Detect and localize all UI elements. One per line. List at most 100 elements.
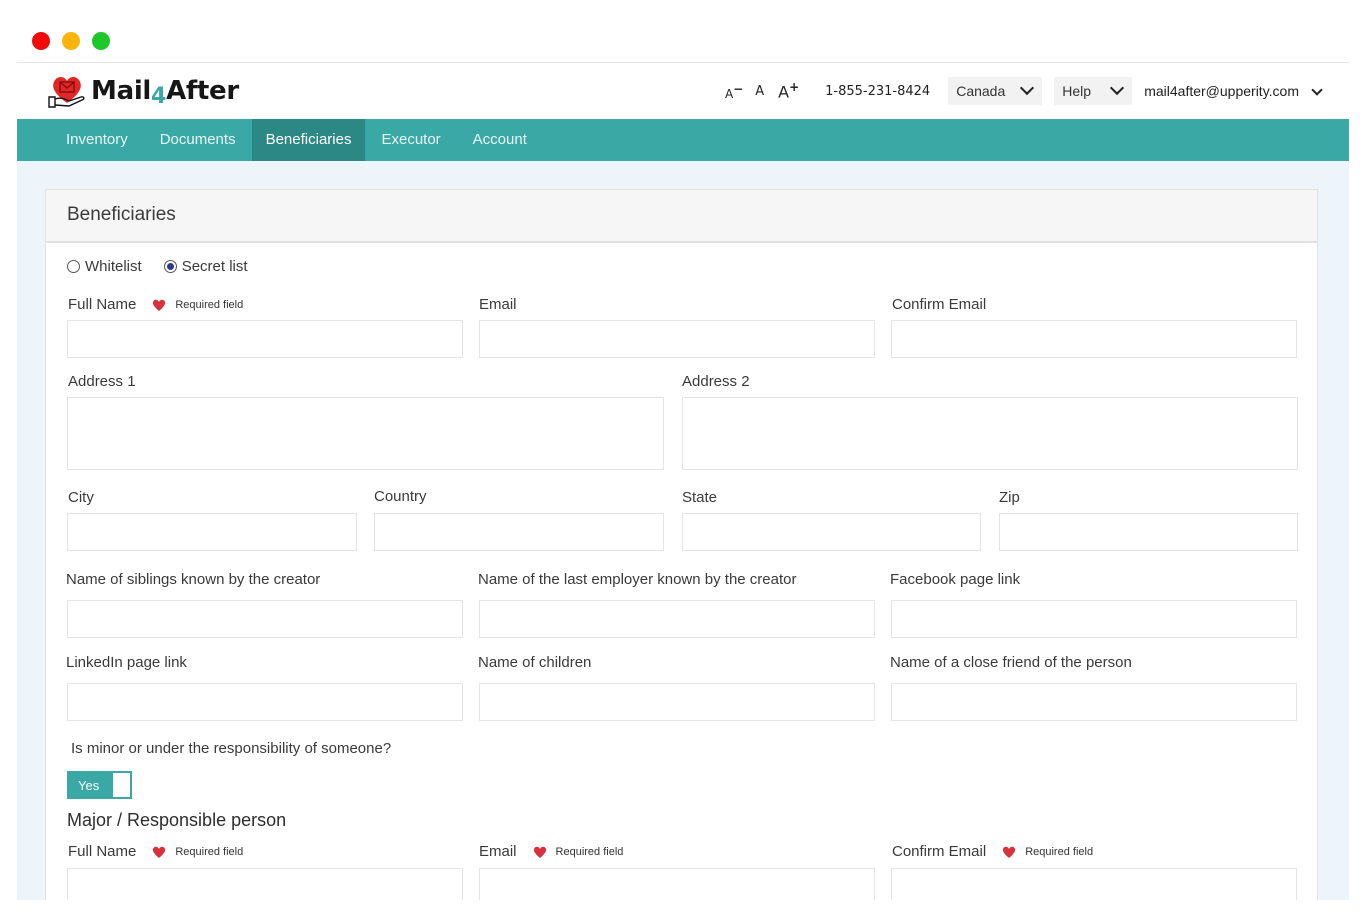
nav-item-documents[interactable]: Documents — [144, 119, 252, 161]
confirm-email-label: Confirm Email — [892, 296, 987, 313]
minor-question: Is minor or under the responsibility of … — [71, 740, 392, 757]
linkedin-input[interactable] — [68, 684, 462, 720]
plus-icon: + — [789, 80, 800, 95]
full-name-label-text: Full Name — [68, 296, 137, 313]
children-input-wrap — [479, 683, 875, 721]
responsible-full-name-label: Full Name Required field — [68, 843, 243, 860]
logo-text-number: 4 — [151, 84, 167, 109]
heart-icon — [153, 299, 166, 311]
zip-input-wrap — [999, 513, 1298, 551]
window-controls — [32, 32, 110, 50]
siblings-input-wrap — [67, 600, 463, 638]
font-normal-button[interactable]: A — [755, 84, 764, 99]
logo[interactable]: Mail4After — [47, 73, 239, 109]
responsible-confirm-email-input[interactable] — [892, 869, 1296, 900]
state-input-wrap — [682, 513, 981, 551]
confirm-email-input[interactable] — [892, 321, 1296, 357]
browser-window: Mail4After A− A A+ 1-855-231-8424 Canada… — [17, 62, 1349, 900]
country-select-value: Canada — [956, 83, 1006, 99]
responsible-full-name-label-text: Full Name — [68, 843, 137, 860]
country-input-wrap — [374, 513, 664, 551]
zip-input[interactable] — [1000, 514, 1297, 550]
last-employer-label: Name of the last employer known by the c… — [478, 571, 797, 588]
required-indicator: Required field — [152, 299, 243, 311]
list-type-radio-group: Whitelist Secret list — [67, 258, 270, 275]
responsible-full-name-input-wrap — [67, 868, 463, 900]
address2-textarea[interactable] — [683, 398, 1297, 469]
help-select-value: Help — [1062, 83, 1091, 99]
heart-icon — [153, 846, 166, 858]
facebook-input-wrap — [891, 600, 1297, 638]
nav-item-beneficiaries[interactable]: Beneficiaries — [251, 119, 366, 161]
email-input[interactable] — [480, 321, 874, 357]
heart-icon — [1003, 846, 1016, 858]
facebook-label: Facebook page link — [890, 571, 1021, 588]
heart-hand-envelope-icon — [47, 73, 87, 109]
close-friend-input-wrap — [891, 683, 1297, 721]
full-name-input-wrap — [67, 320, 463, 358]
last-employer-input[interactable] — [480, 601, 874, 637]
chevron-down-icon — [1110, 80, 1125, 96]
minus-icon: − — [733, 81, 744, 96]
font-increase-button[interactable]: A+ — [778, 80, 799, 101]
email-input-wrap — [479, 320, 875, 358]
required-text: Required field — [175, 298, 244, 311]
phone-number: 1-855-231-8424 — [825, 83, 931, 99]
heart-icon — [533, 846, 546, 858]
radio-checked-icon — [163, 260, 177, 273]
facebook-input[interactable] — [892, 601, 1296, 637]
zip-label: Zip — [999, 489, 1020, 506]
minor-toggle[interactable]: Yes — [67, 771, 132, 799]
responsible-full-name-input[interactable] — [68, 869, 462, 900]
country-select[interactable]: Canada — [948, 77, 1043, 105]
required-text: Required field — [175, 845, 244, 858]
close-window-button[interactable] — [32, 32, 50, 50]
logo-text: Mail4After — [91, 76, 239, 109]
close-friend-input[interactable] — [892, 684, 1296, 720]
user-menu[interactable]: mail4after@upperity.com — [1144, 83, 1323, 99]
nav-item-account[interactable]: Account — [457, 119, 543, 161]
address2-input-wrap — [682, 397, 1298, 470]
city-input-wrap — [67, 513, 357, 551]
top-header: Mail4After A− A A+ 1-855-231-8424 Canada… — [17, 63, 1349, 119]
responsible-confirm-email-label-text: Confirm Email — [892, 843, 987, 860]
radio-whitelist[interactable]: Whitelist — [67, 258, 142, 275]
help-select[interactable]: Help — [1054, 77, 1133, 105]
minor-toggle-label: Yes — [78, 777, 100, 793]
siblings-label: Name of siblings known by the creator — [66, 571, 321, 588]
city-input[interactable] — [68, 514, 356, 550]
required-indicator: Required field — [533, 845, 624, 858]
radio-secret-list-label: Secret list — [181, 258, 248, 275]
responsible-email-input-wrap — [479, 868, 875, 900]
maximize-window-button[interactable] — [92, 32, 110, 50]
required-text: Required field — [1025, 845, 1094, 858]
state-input[interactable] — [683, 514, 980, 550]
linkedin-label: LinkedIn page link — [66, 654, 187, 671]
nav-item-inventory[interactable]: Inventory — [50, 119, 144, 161]
email-label: Email — [479, 296, 517, 313]
chevron-down-icon — [1020, 80, 1035, 96]
full-name-input[interactable] — [68, 321, 462, 357]
city-label: City — [68, 489, 94, 506]
nav-item-executor[interactable]: Executor — [365, 119, 456, 161]
toggle-knob — [113, 773, 130, 797]
card-title: Beneficiaries — [46, 190, 1317, 243]
required-text: Required field — [555, 845, 624, 858]
content-area: Beneficiaries Whitelist Secret list Full… — [17, 161, 1349, 900]
children-input[interactable] — [480, 684, 874, 720]
required-indicator: Required field — [152, 846, 243, 858]
logo-text-suffix: After — [166, 76, 239, 106]
children-label: Name of children — [478, 654, 592, 671]
linkedin-input-wrap — [67, 683, 463, 721]
country-input[interactable] — [375, 514, 663, 550]
chevron-down-icon — [1311, 84, 1323, 96]
radio-secret-list[interactable]: Secret list — [163, 258, 248, 275]
country-label: Country — [374, 488, 427, 505]
font-decrease-button[interactable]: A− — [725, 82, 743, 101]
minimize-window-button[interactable] — [62, 32, 80, 50]
responsible-email-input[interactable] — [480, 869, 874, 900]
siblings-input[interactable] — [68, 601, 462, 637]
responsible-email-label: Email Required field — [479, 843, 623, 860]
last-employer-input-wrap — [479, 600, 875, 638]
address1-textarea[interactable] — [68, 398, 663, 469]
